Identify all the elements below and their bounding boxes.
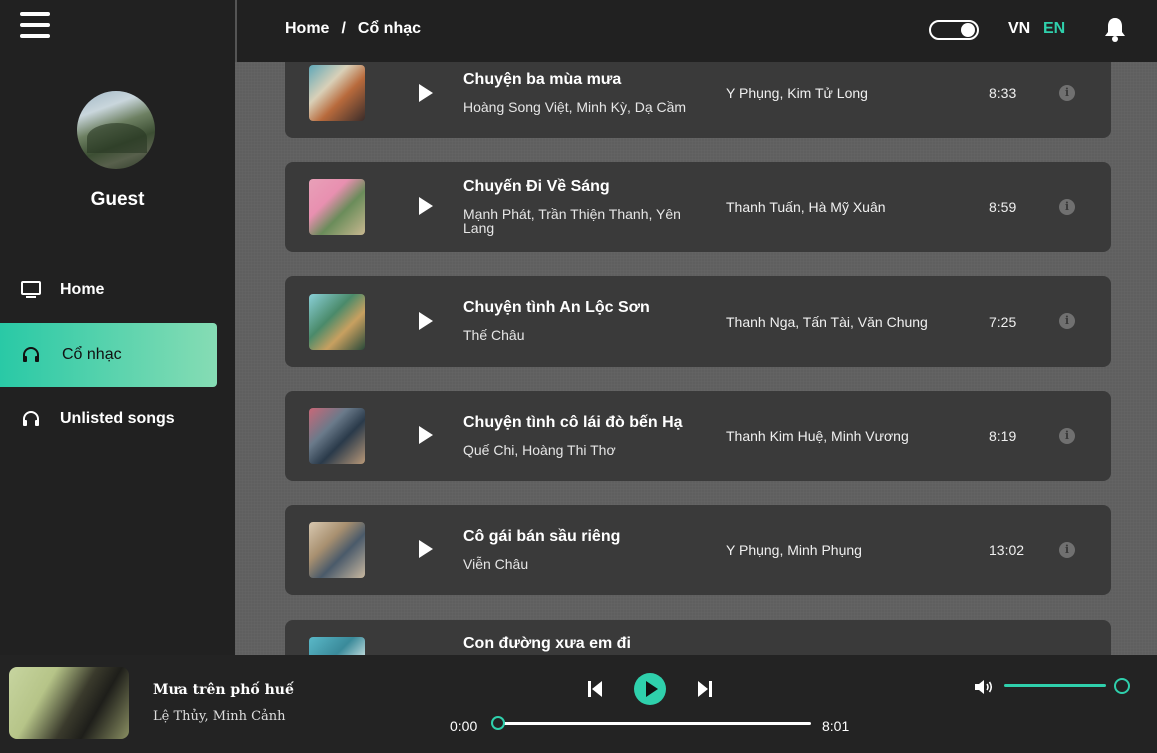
info-icon[interactable]: i xyxy=(1059,542,1075,558)
now-playing-title: Mưa trên phố huế xyxy=(153,682,294,698)
volume-icon[interactable] xyxy=(974,679,994,695)
volume-slider[interactable] xyxy=(1004,678,1132,694)
breadcrumb-home[interactable]: Home xyxy=(285,20,329,37)
sidebar-item-label: Unlisted songs xyxy=(60,410,175,427)
now-playing-artist: Lệ Thủy, Minh Cảnh xyxy=(153,709,286,724)
lang-en-button[interactable]: EN xyxy=(1043,20,1065,38)
song-row[interactable]: Chuyện ba mùa mưa Hoàng Song Việt, Minh … xyxy=(285,62,1111,138)
theme-toggle[interactable] xyxy=(929,20,979,40)
info-icon[interactable]: i xyxy=(1059,428,1075,444)
album-cover xyxy=(309,637,365,655)
headphones-icon xyxy=(20,408,42,430)
sidebar-item-label: Home xyxy=(60,281,105,298)
song-row[interactable]: Chuyện tình An Lộc Sơn Thế Châu Thanh Ng… xyxy=(285,276,1111,367)
song-row[interactable]: Chuyến Đi Về Sáng Mạnh Phát, Trần Thiện … xyxy=(285,162,1111,252)
bell-icon[interactable] xyxy=(1103,16,1127,42)
avatar xyxy=(77,91,155,169)
song-composer: Thế Châu xyxy=(463,327,525,343)
album-cover xyxy=(309,522,365,578)
next-icon[interactable] xyxy=(697,680,713,698)
previous-icon[interactable] xyxy=(587,680,603,698)
progress-track xyxy=(501,722,811,725)
song-row[interactable]: Con đường xưa em đi xyxy=(285,620,1111,655)
song-title[interactable]: Chuyện tình An Lộc Sơn xyxy=(463,299,650,317)
current-time: 0:00 xyxy=(450,718,478,734)
song-singer: Y Phụng, Kim Tử Long xyxy=(726,85,868,101)
song-composer: Quế Chi, Hoàng Thi Thơ xyxy=(463,442,616,458)
breadcrumb-current: Cổ nhạc xyxy=(357,20,422,37)
play-icon[interactable] xyxy=(417,539,435,559)
sidebar-item-home[interactable]: Home xyxy=(0,258,217,322)
play-icon[interactable] xyxy=(417,311,435,331)
progress-thumb[interactable] xyxy=(491,716,505,730)
song-singer: Thanh Kim Huệ, Minh Vương xyxy=(726,428,909,444)
play-icon[interactable] xyxy=(417,196,435,216)
play-icon[interactable] xyxy=(417,83,435,103)
play-pause-button[interactable] xyxy=(634,673,666,705)
header: Home / Cổ nhạc VN EN xyxy=(237,0,1157,62)
song-composer: Viễn Châu xyxy=(463,556,529,572)
song-singer: Thanh Nga, Tấn Tài, Văn Chung xyxy=(726,314,928,330)
progress-slider[interactable] xyxy=(491,716,811,730)
album-cover xyxy=(309,65,365,121)
volume-thumb[interactable] xyxy=(1114,678,1130,694)
info-icon[interactable]: i xyxy=(1059,199,1075,215)
album-cover xyxy=(309,179,365,235)
info-icon[interactable]: i xyxy=(1059,313,1075,329)
monitor-icon xyxy=(20,279,42,301)
song-duration: 8:59 xyxy=(989,199,1017,215)
sidebar-item-co-nhac[interactable]: Cổ nhạc xyxy=(0,323,217,387)
song-singer: Thanh Tuấn, Hà Mỹ Xuân xyxy=(726,199,886,215)
sidebar-item-label: Cổ nhạc xyxy=(62,346,122,363)
hamburger-menu-icon[interactable] xyxy=(20,12,50,40)
album-cover xyxy=(309,408,365,464)
volume-track xyxy=(1004,684,1106,687)
song-title[interactable]: Chuyện tình cô lái đò bến Hạ xyxy=(463,414,683,432)
song-row[interactable]: Chuyện tình cô lái đò bến Hạ Quế Chi, Ho… xyxy=(285,391,1111,481)
song-duration: 8:33 xyxy=(989,85,1017,101)
play-icon[interactable] xyxy=(417,425,435,445)
song-composer: Mạnh Phát, Trần Thiện Thanh, Yên Lang xyxy=(463,206,681,236)
breadcrumb: Home / Cổ nhạc xyxy=(285,20,421,38)
now-playing-cover xyxy=(9,667,129,739)
song-list: Chuyện ba mùa mưa Hoàng Song Việt, Minh … xyxy=(235,62,1157,655)
song-composer: Hoàng Song Việt, Minh Kỳ, Dạ Cầm xyxy=(463,99,687,115)
song-row[interactable]: Cô gái bán sầu riêng Viễn Châu Y Phụng, … xyxy=(285,505,1111,595)
username: Guest xyxy=(90,189,145,210)
total-time: 8:01 xyxy=(822,718,850,734)
lang-vn-button[interactable]: VN xyxy=(1008,20,1030,38)
breadcrumb-separator: / xyxy=(341,20,346,37)
album-cover xyxy=(309,294,365,350)
song-duration: 8:19 xyxy=(989,428,1017,444)
song-title[interactable]: Chuyện ba mùa mưa xyxy=(463,71,621,89)
info-icon[interactable]: i xyxy=(1059,85,1075,101)
song-title[interactable]: Chuyến Đi Về Sáng xyxy=(463,178,610,196)
headphones-icon xyxy=(20,344,42,366)
song-title[interactable]: Cô gái bán sầu riêng xyxy=(463,528,620,546)
sidebar: Guest Home Cổ nhạc Unlisted songs xyxy=(0,0,235,655)
song-duration: 7:25 xyxy=(989,314,1017,330)
play-icon xyxy=(646,681,658,697)
toggle-knob xyxy=(961,23,975,37)
sidebar-item-unlisted-songs[interactable]: Unlisted songs xyxy=(0,387,217,451)
song-duration: 13:02 xyxy=(989,542,1025,558)
song-singer: Y Phụng, Minh Phụng xyxy=(726,542,862,558)
player-bar: Mưa trên phố huế Lệ Thủy, Minh Cảnh 0:00… xyxy=(0,655,1157,753)
song-title[interactable]: Con đường xưa em đi xyxy=(463,635,631,653)
